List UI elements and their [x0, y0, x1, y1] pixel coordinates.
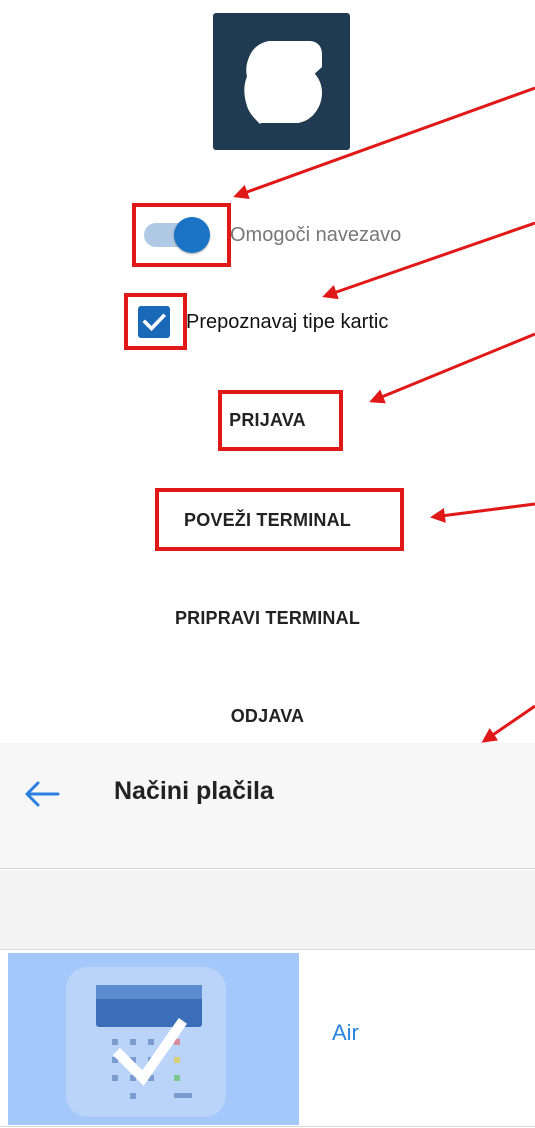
- section-spacer: [0, 870, 535, 950]
- arrow-to-login: [369, 332, 535, 404]
- row-divider: [0, 1126, 535, 1127]
- payment-method-name: Air: [332, 1020, 359, 1045]
- payment-method-row[interactable]: Air: [0, 950, 535, 1128]
- arrow-to-appbar: [481, 704, 535, 743]
- arrow-to-checkbox: [322, 221, 535, 300]
- payment-method-thumbnail: [8, 953, 299, 1125]
- page-title: Načini plačila: [114, 777, 274, 805]
- arrow-to-connect-terminal: [430, 502, 535, 523]
- app-bar: Načini plačila: [0, 743, 535, 869]
- card-terminal-selected-icon: [66, 967, 226, 1117]
- arrow-left-icon[interactable]: [22, 779, 62, 809]
- arrow-to-toggle: [233, 86, 535, 199]
